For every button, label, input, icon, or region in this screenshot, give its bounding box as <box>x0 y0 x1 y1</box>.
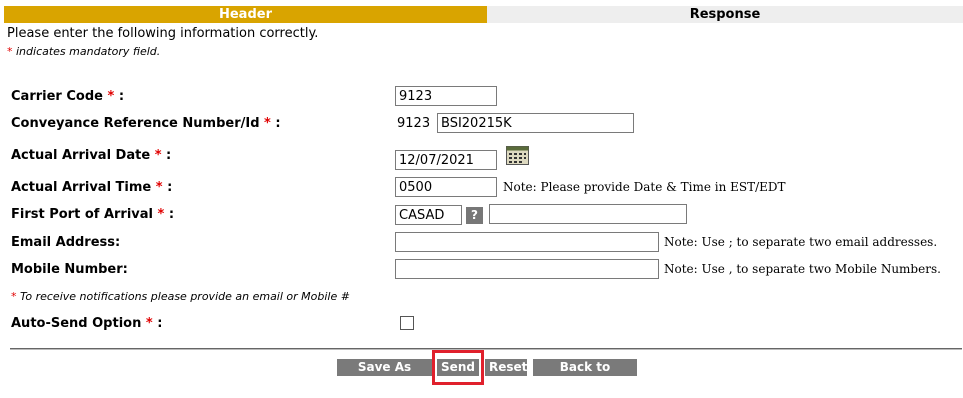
arrival-time-input[interactable] <box>395 177 497 197</box>
reset-button[interactable]: Reset <box>485 359 527 376</box>
first-port-input[interactable] <box>395 205 462 225</box>
mobile-label: Mobile Number: <box>11 262 128 277</box>
mandatory-note-text: indicates mandatory field. <box>12 45 161 58</box>
mobile-note: Note: Use , to separate two Mobile Numbe… <box>664 262 941 276</box>
first-port-description-input[interactable] <box>489 204 687 224</box>
carrier-code-input[interactable] <box>395 86 497 106</box>
tab-bar: Header Response <box>0 6 963 23</box>
required-star: * <box>155 180 163 195</box>
divider <box>10 348 962 350</box>
conveyance-input[interactable] <box>437 113 634 133</box>
save-draft-button[interactable]: Save As Draft <box>337 359 432 391</box>
carrier-code-label: Carrier Code * : <box>11 89 125 104</box>
conveyance-label: Conveyance Reference Number/Id * : <box>11 116 281 131</box>
arrival-time-label: Actual Arrival Time * : <box>11 180 173 195</box>
required-star: * <box>154 148 162 163</box>
email-input[interactable] <box>395 232 659 252</box>
mobile-input[interactable] <box>395 259 659 279</box>
tab-response[interactable]: Response <box>487 6 963 23</box>
conveyance-prefix: 9123 <box>397 116 431 131</box>
tab-header[interactable]: Header <box>4 6 487 23</box>
auto-send-checkbox[interactable] <box>400 316 414 330</box>
arrival-time-note: Note: Please provide Date & Time in EST/… <box>503 180 786 194</box>
calendar-icon[interactable] <box>506 146 529 165</box>
auto-send-label: Auto-Send Option * : <box>11 316 163 331</box>
arrival-date-label: Actual Arrival Date * : <box>11 148 172 163</box>
mandatory-note: * indicates mandatory field. <box>7 45 160 58</box>
required-star: * <box>145 316 153 331</box>
required-star: * <box>264 116 271 131</box>
intro-text: Please enter the following information c… <box>7 26 319 41</box>
back-to-search-button[interactable]: Back to Search <box>533 359 637 391</box>
notification-note: * To receive notifications please provid… <box>11 290 350 303</box>
first-port-label: First Port of Arrival * : <box>11 207 175 222</box>
arrival-date-input[interactable] <box>395 150 497 170</box>
help-icon[interactable]: ? <box>466 207 483 224</box>
email-label: Email Address: <box>11 235 121 250</box>
send-highlight-box <box>432 350 484 385</box>
email-note: Note: Use ; to separate two email addres… <box>664 235 938 249</box>
